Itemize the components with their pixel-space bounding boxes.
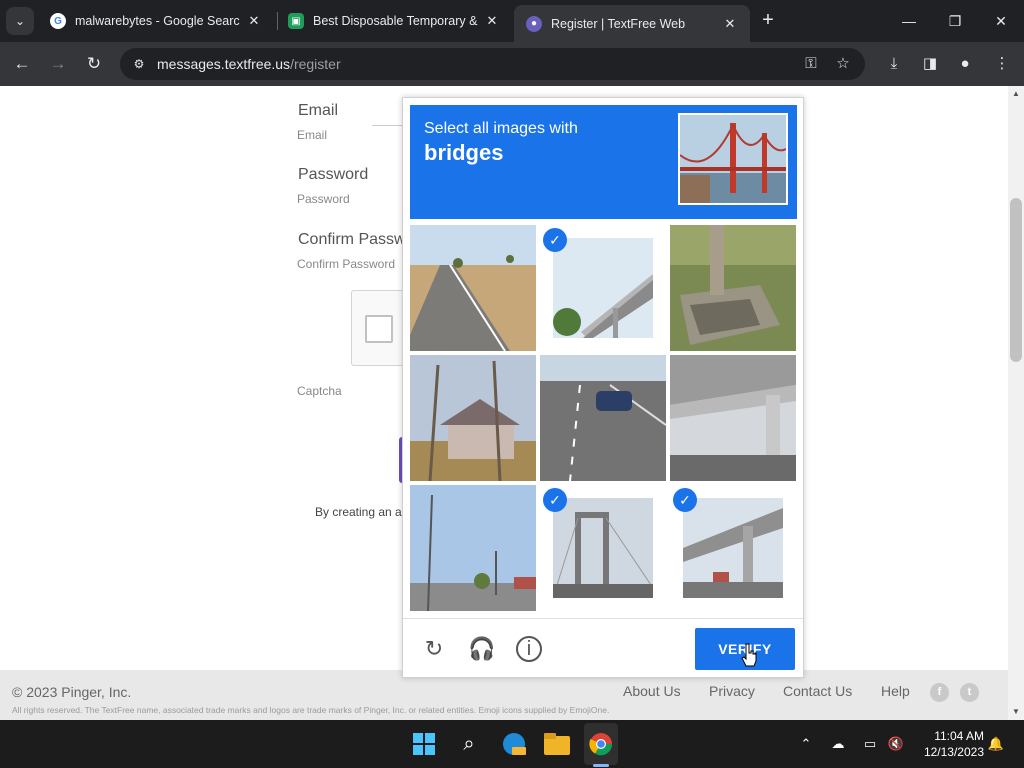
sample-image (678, 113, 788, 205)
info-icon[interactable]: i (516, 636, 542, 662)
close-icon[interactable]: ✕ (246, 13, 262, 29)
close-icon[interactable]: ✕ (484, 13, 500, 29)
side-panel-icon[interactable]: ◨ (920, 54, 940, 74)
window-close-button[interactable]: ✕ (978, 8, 1024, 34)
captcha-label: Captcha (297, 384, 342, 398)
email-label: Email (298, 102, 339, 119)
tab-register-textfree[interactable]: ● Register | TextFree Web ✕ (514, 5, 750, 42)
reload-button[interactable]: ↻ (82, 52, 106, 76)
new-tab-button[interactable]: + (760, 10, 776, 32)
active-indicator (593, 764, 609, 767)
tab-title: Register | TextFree Web (551, 16, 686, 31)
clock-time: 11:04 AM (934, 729, 984, 743)
scrollbar[interactable]: ▲ ▼ (1008, 86, 1024, 720)
footer-link-contact[interactable]: Contact Us (783, 683, 852, 699)
arrow-left-icon: ← (13, 54, 31, 73)
footer-link-help[interactable]: Help (881, 683, 910, 699)
challenge-tile-road-field[interactable] (410, 225, 536, 351)
star-icon[interactable]: ☆ (834, 55, 852, 73)
profile-icon[interactable]: ● (955, 54, 975, 74)
challenge-tile-stone-ruin[interactable] (670, 225, 796, 351)
captcha-widget (351, 290, 403, 366)
address-bar[interactable]: ⚙ messages.textfree.us/register ⚿ ☆ (120, 48, 865, 80)
legal-text: All rights reserved. The TextFree name, … (12, 705, 610, 715)
scrollbar-thumb[interactable] (1010, 198, 1022, 362)
tab-search-button[interactable]: ⌄ (6, 7, 34, 35)
windows-taskbar: ⌕ ⌃ ☁ ▭ 🔇 11:04 AM 12/13/2023 🔔 (0, 720, 1024, 768)
challenge-tile-under-overpass[interactable] (670, 355, 796, 481)
scroll-up-icon[interactable]: ▲ (1008, 86, 1024, 102)
site-favicon-icon: ▣ (288, 13, 304, 29)
edge-preview-icon[interactable] (500, 730, 528, 758)
challenge-tile-overpass-side[interactable]: ✓ (670, 485, 796, 611)
chrome-icon[interactable] (587, 730, 615, 758)
confirm-password-field[interactable]: Confirm Password (297, 257, 395, 271)
challenge-tile-house-trees[interactable] (410, 355, 536, 481)
headphones-icon[interactable]: 🎧 (468, 636, 495, 662)
challenge-divider (403, 618, 803, 619)
hand-cursor-icon (741, 643, 757, 667)
selected-check-icon: ✓ (543, 488, 567, 512)
footer-link-privacy[interactable]: Privacy (709, 683, 755, 699)
browser-toolbar: ← → ↻ ⚙ messages.textfree.us/register ⚿ … (0, 42, 1024, 86)
selected-check-icon: ✓ (543, 228, 567, 252)
challenge-tile-highway-overpass[interactable]: ✓ (540, 225, 666, 351)
tab-title: malwarebytes - Google Search (75, 14, 240, 28)
confirm-password-label: Confirm Passw (298, 231, 406, 248)
forward-button[interactable]: → (46, 52, 70, 76)
tab-google-search[interactable]: G malwarebytes - Google Search ✕ (38, 5, 274, 37)
system-clock[interactable]: 11:04 AM 12/13/2023 (914, 728, 984, 760)
start-button[interactable] (410, 730, 438, 758)
challenge-tile-suspension-bridge[interactable]: ✓ (540, 485, 666, 611)
chevron-down-icon: ⌄ (14, 14, 26, 28)
facebook-icon[interactable]: f (930, 683, 949, 702)
scroll-down-icon[interactable]: ▼ (1008, 704, 1024, 720)
challenge-tile-utility-poles-road[interactable] (410, 485, 536, 611)
google-icon: G (50, 13, 66, 29)
selected-check-icon: ✓ (673, 488, 697, 512)
close-icon[interactable]: ✕ (722, 16, 738, 32)
terms-text: By creating an a (315, 505, 402, 519)
url-path: /register (290, 56, 341, 72)
file-explorer-icon[interactable] (543, 730, 571, 758)
tab-disposable[interactable]: ▣ Best Disposable Temporary & F ✕ (276, 5, 512, 37)
notification-bell-icon[interactable]: 🔔 (986, 734, 1006, 754)
challenge-tile-highway-car[interactable] (540, 355, 666, 481)
back-button[interactable]: ← (10, 52, 34, 76)
menu-icon[interactable]: ⋮ (992, 54, 1012, 74)
minimize-button[interactable]: — (886, 8, 932, 34)
copyright: © 2023 Pinger, Inc. (12, 684, 132, 700)
email-underline (372, 125, 402, 126)
challenge-target: bridges (424, 140, 504, 165)
key-icon[interactable]: ⚿ (802, 55, 820, 73)
captcha-challenge: Select all images with bridges ✓ ✓ ✓ ↻ 🎧… (402, 97, 804, 678)
challenge-header: Select all images with bridges (410, 105, 797, 219)
footer-link-about[interactable]: About Us (623, 683, 681, 699)
refresh-icon[interactable]: ↻ (421, 636, 447, 662)
password-label: Password (298, 166, 369, 183)
twitter-icon[interactable]: t (960, 683, 979, 702)
clock-date: 12/13/2023 (923, 745, 984, 759)
restore-button[interactable]: ❐ (932, 8, 978, 34)
url-host: messages.textfree.us (157, 56, 291, 72)
reload-icon: ↻ (86, 54, 102, 73)
captcha-checkbox[interactable] (365, 315, 393, 343)
password-field[interactable]: Password (297, 192, 350, 206)
textfree-icon: ● (526, 15, 542, 32)
cloud-off-icon[interactable]: ☁ (828, 734, 848, 754)
windows-logo-icon (413, 733, 435, 755)
tab-title: Best Disposable Temporary & F (313, 14, 478, 28)
email-field[interactable]: Email (297, 128, 327, 142)
download-icon[interactable]: ⤓ (884, 54, 904, 74)
chevron-up-icon[interactable]: ⌃ (796, 734, 816, 754)
browser-tab-strip: ⌄ G malwarebytes - Google Search ✕ ▣ Bes… (0, 0, 1024, 42)
search-icon[interactable]: ⌕ (455, 730, 483, 758)
url-text: messages.textfree.us/register (157, 56, 341, 72)
volume-muted-icon[interactable]: 🔇 (886, 734, 906, 754)
arrow-right-icon: → (49, 54, 67, 73)
site-settings-icon[interactable]: ⚙ (130, 55, 148, 73)
network-icon[interactable]: ▭ (860, 734, 880, 754)
challenge-prompt: Select all images with (424, 120, 578, 137)
